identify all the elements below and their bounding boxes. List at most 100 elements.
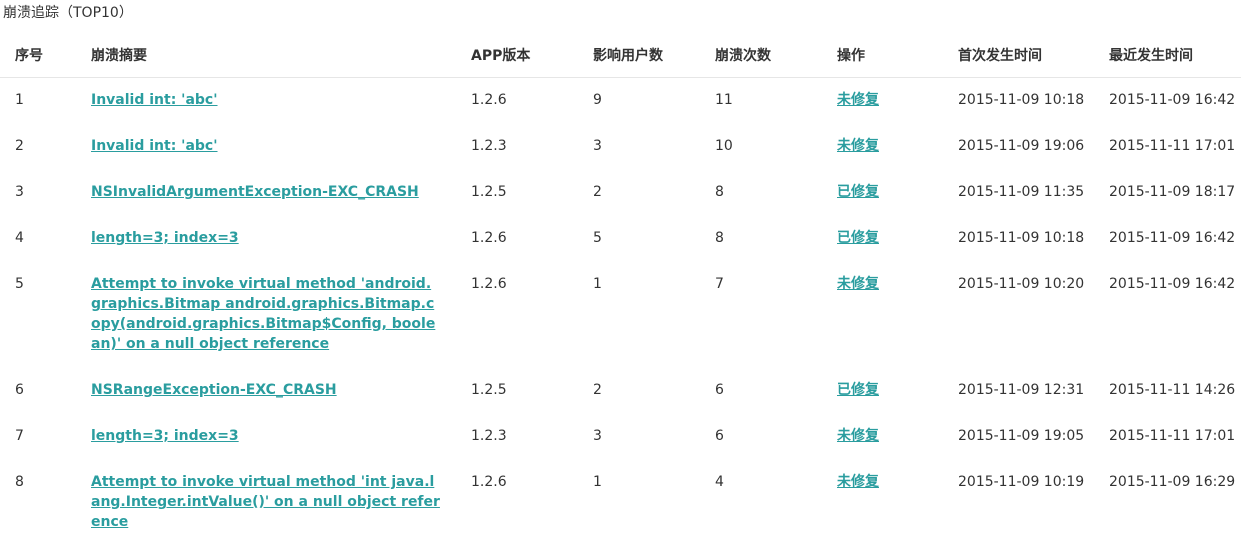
row-index: 7 (0, 414, 76, 460)
summary-cell: Attempt to invoke virtual method 'int ja… (76, 460, 456, 546)
action-cell: 已修复 (822, 170, 943, 216)
row-index: 5 (0, 262, 76, 368)
crash-summary-link[interactable]: NSInvalidArgumentException-EXC_CRASH (91, 184, 419, 200)
summary-cell: NSRangeException-EXC_CRASH (76, 368, 456, 414)
crash-count: 8 (700, 170, 822, 216)
fix-status-link[interactable]: 未修复 (837, 92, 879, 108)
summary-cell: length=3; index=3 (76, 414, 456, 460)
table-row: 6 NSRangeException-EXC_CRASH 1.2.5 2 6 已… (0, 368, 1241, 414)
last-occurrence: 2015-11-11 17:01 (1094, 414, 1241, 460)
row-index: 4 (0, 216, 76, 262)
crash-count: 6 (700, 414, 822, 460)
crash-summary-link[interactable]: length=3; index=3 (91, 428, 239, 444)
last-occurrence: 2015-11-11 17:01 (1094, 124, 1241, 170)
page-title: 崩溃追踪（TOP10） (3, 4, 133, 22)
first-occurrence: 2015-11-09 12:31 (943, 368, 1094, 414)
last-occurrence: 2015-11-11 14:26 (1094, 368, 1241, 414)
crash-summary-link[interactable]: Invalid int: 'abc' (91, 138, 218, 154)
table-header: 序号 崩溃摘要 APP版本 影响用户数 崩溃次数 操作 首次发生时间 最近发生时… (0, 32, 1241, 78)
last-occurrence: 2015-11-09 16:42 (1094, 216, 1241, 262)
column-header-action: 操作 (822, 32, 943, 78)
fix-status-link[interactable]: 未修复 (837, 428, 879, 444)
column-header-count: 崩溃次数 (700, 32, 822, 78)
table-row: 3 NSInvalidArgumentException-EXC_CRASH 1… (0, 170, 1241, 216)
action-cell: 已修复 (822, 368, 943, 414)
app-version: 1.2.6 (456, 262, 578, 368)
action-cell: 未修复 (822, 124, 943, 170)
app-version: 1.2.6 (456, 460, 578, 546)
action-cell: 未修复 (822, 78, 943, 125)
last-occurrence: 2015-11-09 18:17 (1094, 170, 1241, 216)
affected-users: 9 (578, 78, 700, 125)
row-index: 2 (0, 124, 76, 170)
last-occurrence: 2015-11-09 16:29 (1094, 460, 1241, 546)
action-cell: 未修复 (822, 460, 943, 546)
fix-status-link[interactable]: 已修复 (837, 382, 879, 398)
column-header-index: 序号 (0, 32, 76, 78)
fix-status-link[interactable]: 未修复 (837, 138, 879, 154)
app-version: 1.2.5 (456, 170, 578, 216)
crash-count: 4 (700, 460, 822, 546)
table-row: 5 Attempt to invoke virtual method 'andr… (0, 262, 1241, 368)
row-index: 8 (0, 460, 76, 546)
crash-count: 8 (700, 216, 822, 262)
column-header-summary: 崩溃摘要 (76, 32, 456, 78)
column-header-last-time: 最近发生时间 (1094, 32, 1241, 78)
column-header-users: 影响用户数 (578, 32, 700, 78)
row-index: 6 (0, 368, 76, 414)
first-occurrence: 2015-11-09 10:18 (943, 78, 1094, 125)
column-header-first-time: 首次发生时间 (943, 32, 1094, 78)
table-body: 1 Invalid int: 'abc' 1.2.6 9 11 未修复 2015… (0, 78, 1241, 546)
affected-users: 5 (578, 216, 700, 262)
action-cell: 未修复 (822, 414, 943, 460)
summary-cell: Attempt to invoke virtual method 'androi… (76, 262, 456, 368)
crash-summary-link[interactable]: Invalid int: 'abc' (91, 92, 218, 108)
table-row: 1 Invalid int: 'abc' 1.2.6 9 11 未修复 2015… (0, 78, 1241, 125)
table-row: 8 Attempt to invoke virtual method 'int … (0, 460, 1241, 546)
last-occurrence: 2015-11-09 16:42 (1094, 262, 1241, 368)
affected-users: 3 (578, 124, 700, 170)
action-cell: 未修复 (822, 262, 943, 368)
table-row: 4 length=3; index=3 1.2.6 5 8 已修复 2015-1… (0, 216, 1241, 262)
app-version: 1.2.6 (456, 78, 578, 125)
crash-summary-link[interactable]: Attempt to invoke virtual method 'androi… (91, 276, 435, 352)
affected-users: 2 (578, 170, 700, 216)
table-row: 7 length=3; index=3 1.2.3 3 6 未修复 2015-1… (0, 414, 1241, 460)
affected-users: 2 (578, 368, 700, 414)
column-header-version: APP版本 (456, 32, 578, 78)
fix-status-link[interactable]: 未修复 (837, 474, 879, 490)
last-occurrence: 2015-11-09 16:42 (1094, 78, 1241, 125)
fix-status-link[interactable]: 已修复 (837, 184, 879, 200)
affected-users: 1 (578, 262, 700, 368)
affected-users: 3 (578, 414, 700, 460)
first-occurrence: 2015-11-09 10:19 (943, 460, 1094, 546)
first-occurrence: 2015-11-09 19:06 (943, 124, 1094, 170)
action-cell: 已修复 (822, 216, 943, 262)
fix-status-link[interactable]: 已修复 (837, 230, 879, 246)
app-version: 1.2.3 (456, 414, 578, 460)
crash-summary-link[interactable]: Attempt to invoke virtual method 'int ja… (91, 474, 440, 530)
first-occurrence: 2015-11-09 10:18 (943, 216, 1094, 262)
row-index: 3 (0, 170, 76, 216)
crash-count: 6 (700, 368, 822, 414)
first-occurrence: 2015-11-09 11:35 (943, 170, 1094, 216)
app-version: 1.2.6 (456, 216, 578, 262)
summary-cell: Invalid int: 'abc' (76, 78, 456, 125)
app-version: 1.2.5 (456, 368, 578, 414)
crash-table: 序号 崩溃摘要 APP版本 影响用户数 崩溃次数 操作 首次发生时间 最近发生时… (0, 32, 1241, 546)
app-version: 1.2.3 (456, 124, 578, 170)
fix-status-link[interactable]: 未修复 (837, 276, 879, 292)
table-row: 2 Invalid int: 'abc' 1.2.3 3 10 未修复 2015… (0, 124, 1241, 170)
first-occurrence: 2015-11-09 19:05 (943, 414, 1094, 460)
crash-count: 10 (700, 124, 822, 170)
summary-cell: length=3; index=3 (76, 216, 456, 262)
affected-users: 1 (578, 460, 700, 546)
crash-summary-link[interactable]: NSRangeException-EXC_CRASH (91, 382, 337, 398)
crash-count: 7 (700, 262, 822, 368)
summary-cell: NSInvalidArgumentException-EXC_CRASH (76, 170, 456, 216)
crash-count: 11 (700, 78, 822, 125)
first-occurrence: 2015-11-09 10:20 (943, 262, 1094, 368)
row-index: 1 (0, 78, 76, 125)
crash-summary-link[interactable]: length=3; index=3 (91, 230, 239, 246)
header-row: 序号 崩溃摘要 APP版本 影响用户数 崩溃次数 操作 首次发生时间 最近发生时… (0, 32, 1241, 78)
